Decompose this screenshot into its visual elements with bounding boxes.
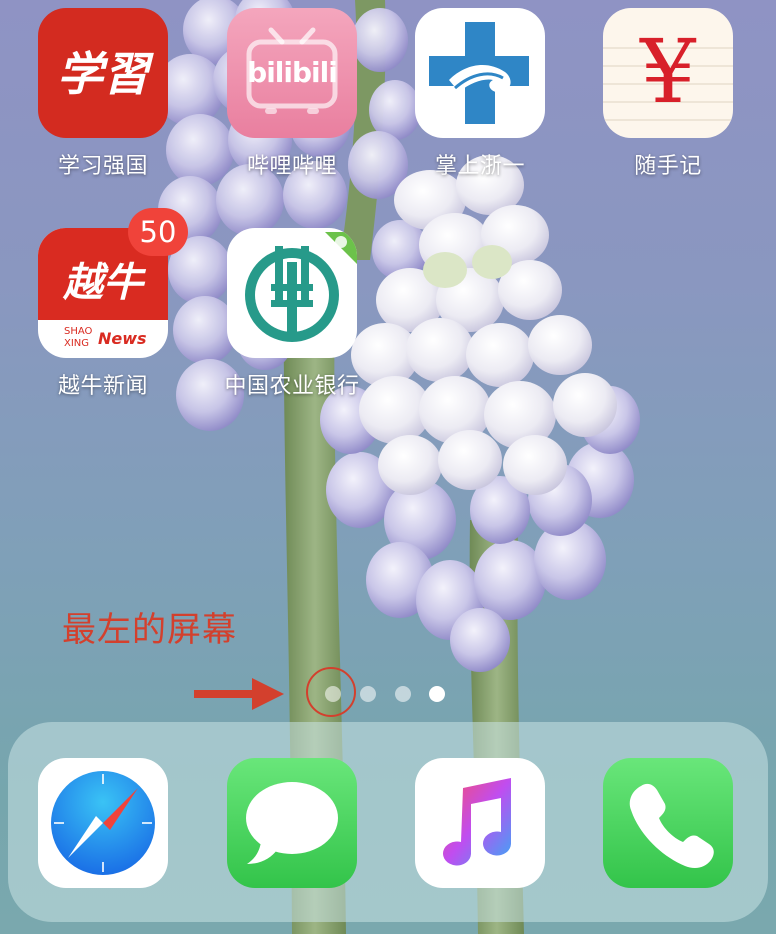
annotation-arrow-icon (194, 678, 284, 710)
page-dot-2[interactable] (360, 686, 376, 702)
annotation-circle (306, 667, 356, 717)
annotation-text: 最左的屏幕 (62, 610, 237, 650)
app-abc-bank[interactable] (227, 228, 357, 358)
app-zhangshang-zheyi[interactable] (415, 8, 545, 138)
speech-bubble-icon (246, 782, 338, 864)
app-label-suishouji: 随手记 (634, 154, 702, 179)
yen-icon: ¥ (640, 20, 696, 123)
abc-bank-logo-icon (245, 232, 357, 342)
dock-music[interactable] (415, 758, 545, 888)
phone-handset-icon (629, 783, 714, 868)
app-label-zheyi: 掌上浙一 (434, 154, 525, 179)
dock-messages[interactable] (227, 758, 357, 888)
page-dot-3[interactable] (395, 686, 411, 702)
app-label-abc: 中国农业银行 (224, 374, 360, 399)
xuexi-logo-icon: 学習 (57, 47, 149, 101)
app-label-bilibili: 哔哩哔哩 (246, 154, 337, 179)
yueniu-logo-text: 越牛 (63, 259, 143, 306)
app-bilibili[interactable]: bilibili (227, 8, 357, 138)
home-screen: 学習 学习强国 bilibili 哔哩哔哩 掌上浙一 ¥ 随手记 越牛 SHAO… (0, 0, 776, 934)
yueniu-xing: XING (64, 338, 90, 349)
notification-badge: 50 (128, 208, 188, 256)
dock-safari[interactable] (38, 758, 168, 888)
dock-phone[interactable] (603, 758, 733, 888)
medical-cross-icon (429, 22, 529, 124)
compass-icon (51, 771, 155, 875)
music-note-icon (443, 778, 511, 866)
app-label-xuexi: 学习强国 (57, 154, 148, 179)
app-label-yueniu: 越牛新闻 (57, 374, 148, 399)
app-xuexi-qiangguo[interactable]: 学習 (38, 8, 168, 138)
bilibili-wordmark: bilibili (247, 56, 338, 89)
yueniu-news: News (98, 329, 147, 348)
page-dot-4[interactable] (429, 686, 445, 702)
app-suishouji[interactable]: ¥ (603, 8, 733, 138)
yueniu-shao: SHAO (64, 326, 93, 337)
